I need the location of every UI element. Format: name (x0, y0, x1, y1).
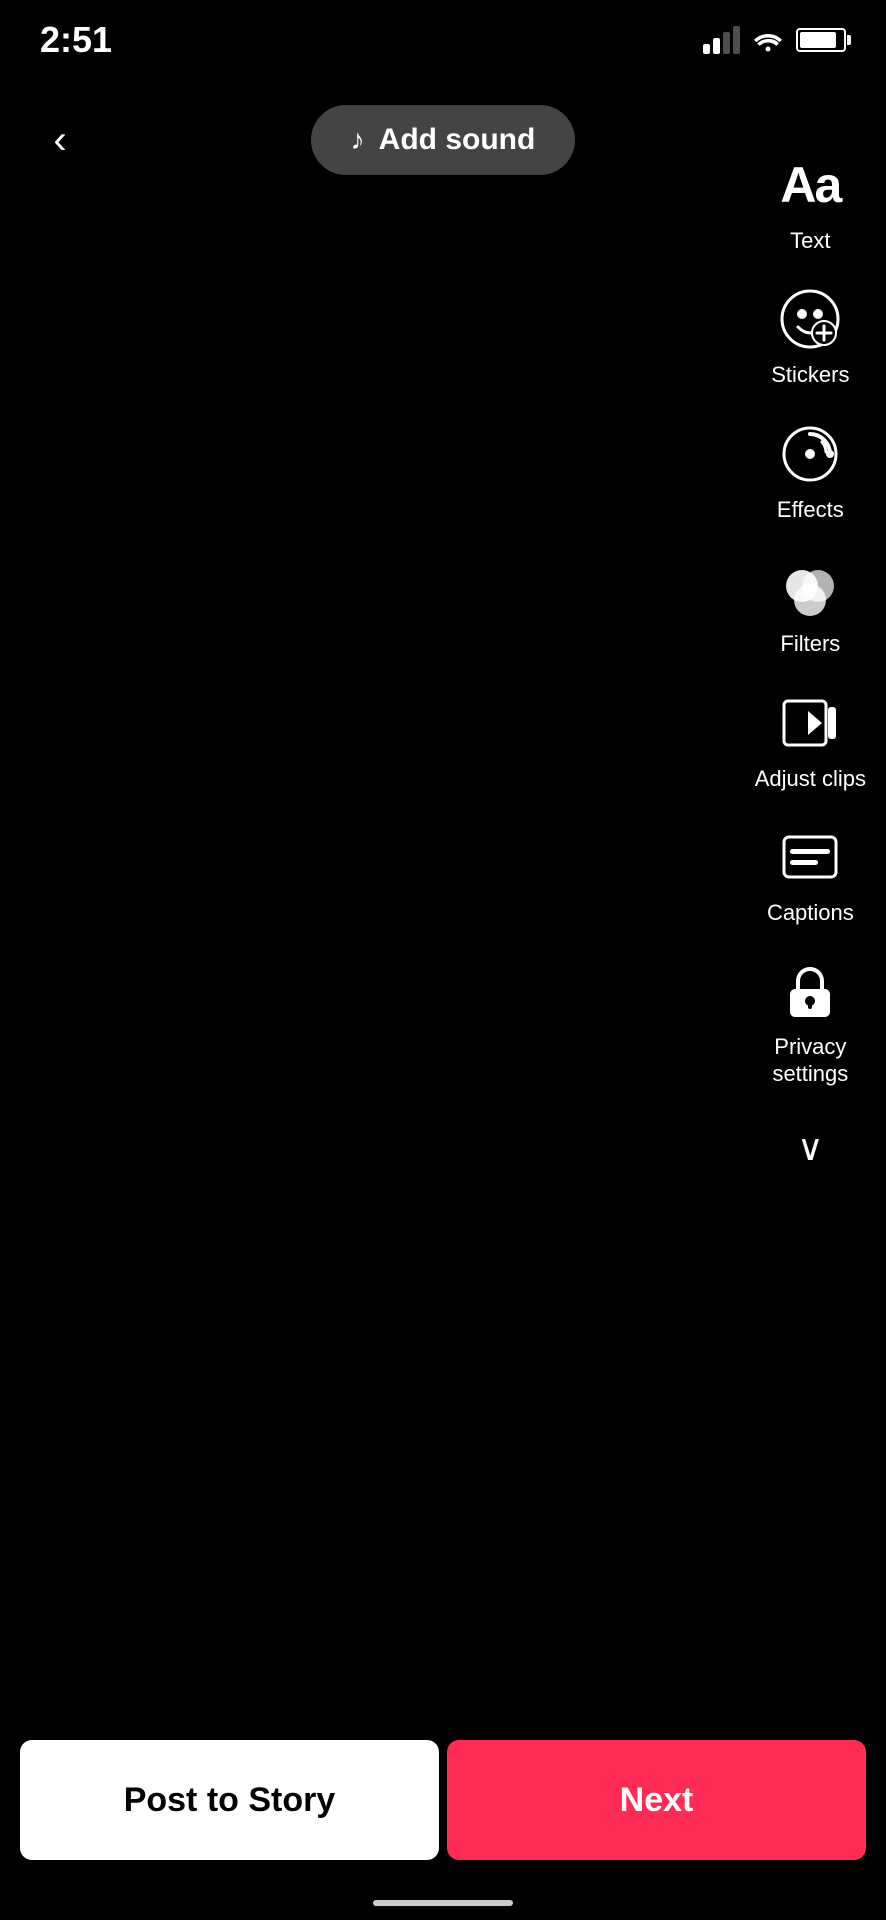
bottom-buttons: Post to Story Next (0, 1740, 886, 1860)
back-icon: ‹ (53, 118, 66, 163)
status-time: 2:51 (40, 19, 112, 61)
adjust-clips-tool[interactable]: Adjust clips (755, 688, 866, 792)
status-icons (703, 26, 846, 54)
captions-tool-label: Captions (767, 900, 854, 926)
text-tool-label: Text (790, 228, 830, 254)
effects-icon (775, 419, 845, 489)
stickers-icon (775, 284, 845, 354)
battery-icon (796, 28, 846, 52)
post-to-story-button[interactable]: Post to Story (20, 1740, 439, 1860)
captions-tool[interactable]: Captions (767, 822, 854, 926)
stickers-tool[interactable]: Stickers (771, 284, 849, 388)
add-sound-label: Add sound (379, 123, 536, 157)
signal-icon (703, 26, 740, 54)
privacy-settings-tool-label: Privacysettings (772, 1034, 848, 1087)
filters-tool[interactable]: Filters (775, 553, 845, 657)
text-tool[interactable]: Aa Text (775, 150, 845, 254)
adjust-clips-tool-label: Adjust clips (755, 766, 866, 792)
next-button[interactable]: Next (447, 1740, 866, 1860)
effects-tool-label: Effects (777, 497, 844, 523)
adjust-clips-icon (775, 688, 845, 758)
more-tools-button[interactable]: ∨ (797, 1117, 823, 1169)
home-indicator (373, 1900, 513, 1906)
wifi-icon (752, 28, 784, 52)
captions-icon (775, 822, 845, 892)
filters-icon (775, 553, 845, 623)
chevron-down-icon: ∨ (797, 1127, 823, 1169)
stickers-tool-label: Stickers (771, 362, 849, 388)
privacy-settings-tool[interactable]: Privacysettings (772, 956, 848, 1087)
music-note-icon: ♪ (351, 124, 365, 156)
filters-tool-label: Filters (780, 631, 840, 657)
status-bar: 2:51 (0, 0, 886, 80)
privacy-settings-icon (775, 956, 845, 1026)
text-tool-icon: Aa (775, 150, 845, 220)
back-button[interactable]: ‹ (30, 110, 90, 170)
effects-tool[interactable]: Effects (775, 419, 845, 523)
right-sidebar: Aa Text Stickers (755, 150, 866, 1169)
header: ‹ ♪ Add sound (0, 80, 886, 200)
add-sound-button[interactable]: ♪ Add sound (311, 105, 576, 175)
